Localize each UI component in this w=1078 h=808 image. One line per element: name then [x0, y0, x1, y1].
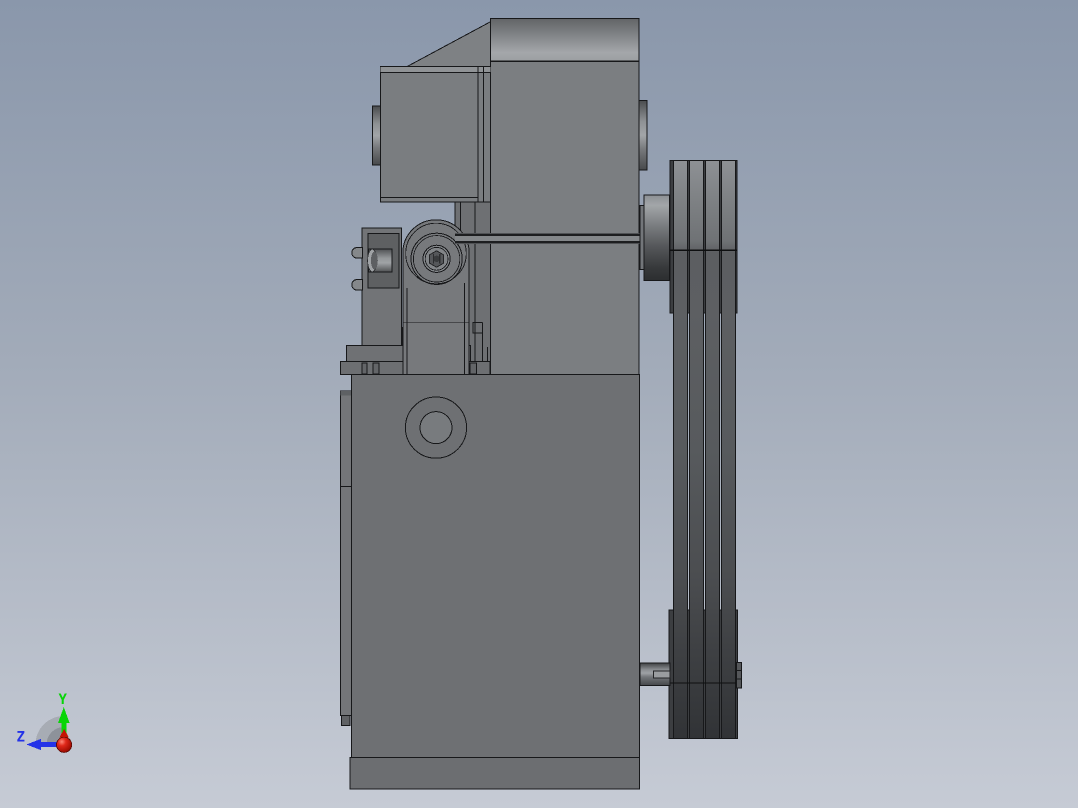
left-pins[interactable] [351, 247, 363, 291]
pedestal-notch [361, 362, 368, 375]
mount-bracket[interactable] [361, 227, 402, 346]
pulley-retainer-tab[interactable] [736, 662, 742, 689]
y-arrowhead-icon [58, 707, 70, 723]
pin-upper[interactable] [351, 247, 363, 259]
pedestal-notch [372, 362, 380, 375]
link-rod[interactable] [455, 233, 645, 244]
left-stub-cylinder[interactable] [372, 105, 382, 166]
cad-viewport[interactable]: Y Z [0, 0, 1078, 808]
upper-pulley-hub[interactable] [643, 194, 670, 281]
left-housing[interactable] [380, 66, 491, 203]
socket-bore [433, 255, 440, 262]
belt-3[interactable] [705, 160, 720, 739]
shaft-keyway[interactable] [653, 670, 671, 679]
y-axis-label: Y [59, 692, 68, 708]
z-axis-label: Z [17, 730, 25, 746]
belt-4[interactable] [721, 160, 736, 739]
right-stub-cylinder[interactable] [638, 99, 648, 171]
shaft-boss-inner[interactable] [419, 411, 453, 445]
machine-assembly[interactable] [340, 18, 742, 790]
gearbox-body[interactable] [351, 374, 640, 759]
gusset-web[interactable] [406, 20, 491, 68]
pin-lower[interactable] [351, 279, 363, 291]
z-arrowhead-icon [26, 738, 41, 751]
upper-housing[interactable] [489, 18, 640, 376]
side-strip-foot[interactable] [341, 714, 351, 727]
output-shaft[interactable] [639, 662, 671, 686]
flange-highlight [380, 67, 491, 72]
pin-end-bore [371, 251, 378, 270]
belt-2[interactable] [689, 160, 704, 739]
pedestal-notch [469, 362, 477, 375]
belt-drive[interactable] [639, 160, 742, 739]
side-strip-plate[interactable] [340, 390, 353, 727]
side-strip-cap [340, 391, 352, 396]
belt-1[interactable] [673, 160, 688, 739]
orientation-triad: Y Z [17, 692, 73, 753]
cad-canvas[interactable]: Y Z [0, 0, 1078, 808]
housing-top-cylinder[interactable] [489, 18, 640, 62]
base-plate[interactable] [349, 757, 640, 790]
origin-sphere [56, 736, 73, 753]
